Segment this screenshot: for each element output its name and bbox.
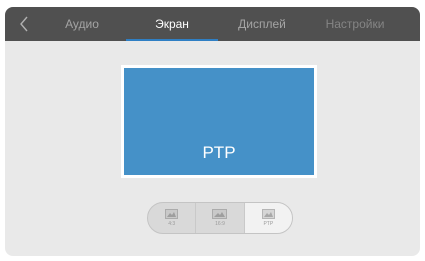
back-button[interactable] xyxy=(9,7,39,41)
device-screen: Аудио Экран Дисплей Настройки PTP 4:3 16… xyxy=(5,7,420,256)
top-nav-bar: Аудио Экран Дисплей Настройки xyxy=(5,7,420,41)
aspect-4-3-label: 4:3 xyxy=(168,221,176,227)
image-icon xyxy=(261,209,275,219)
aspect-16-9-button[interactable]: 16:9 xyxy=(195,203,243,233)
active-tab-indicator xyxy=(126,39,218,41)
tab-settings-label: Настройки xyxy=(325,17,385,31)
aspect-ptp-label: PTP xyxy=(263,221,274,227)
aspect-4-3-button[interactable]: 4:3 xyxy=(148,203,195,233)
image-icon xyxy=(212,209,228,219)
aspect-ratio-selector: 4:3 16:9 PTP xyxy=(147,202,293,234)
image-icon xyxy=(165,209,179,219)
tab-display-label: Дисплей xyxy=(238,17,286,31)
tab-audio[interactable]: Аудио xyxy=(45,7,119,41)
tab-screen-label: Экран xyxy=(155,17,189,31)
aspect-16-9-label: 16:9 xyxy=(215,221,225,227)
screen-preview: PTP xyxy=(121,65,317,178)
tab-settings[interactable]: Настройки xyxy=(319,7,391,41)
tab-display[interactable]: Дисплей xyxy=(229,7,295,41)
tab-audio-label: Аудио xyxy=(65,17,99,31)
aspect-ptp-button[interactable]: PTP xyxy=(243,203,292,233)
tab-screen[interactable]: Экран xyxy=(126,7,218,41)
chevron-left-icon xyxy=(20,16,28,32)
preview-label: PTP xyxy=(202,143,236,162)
